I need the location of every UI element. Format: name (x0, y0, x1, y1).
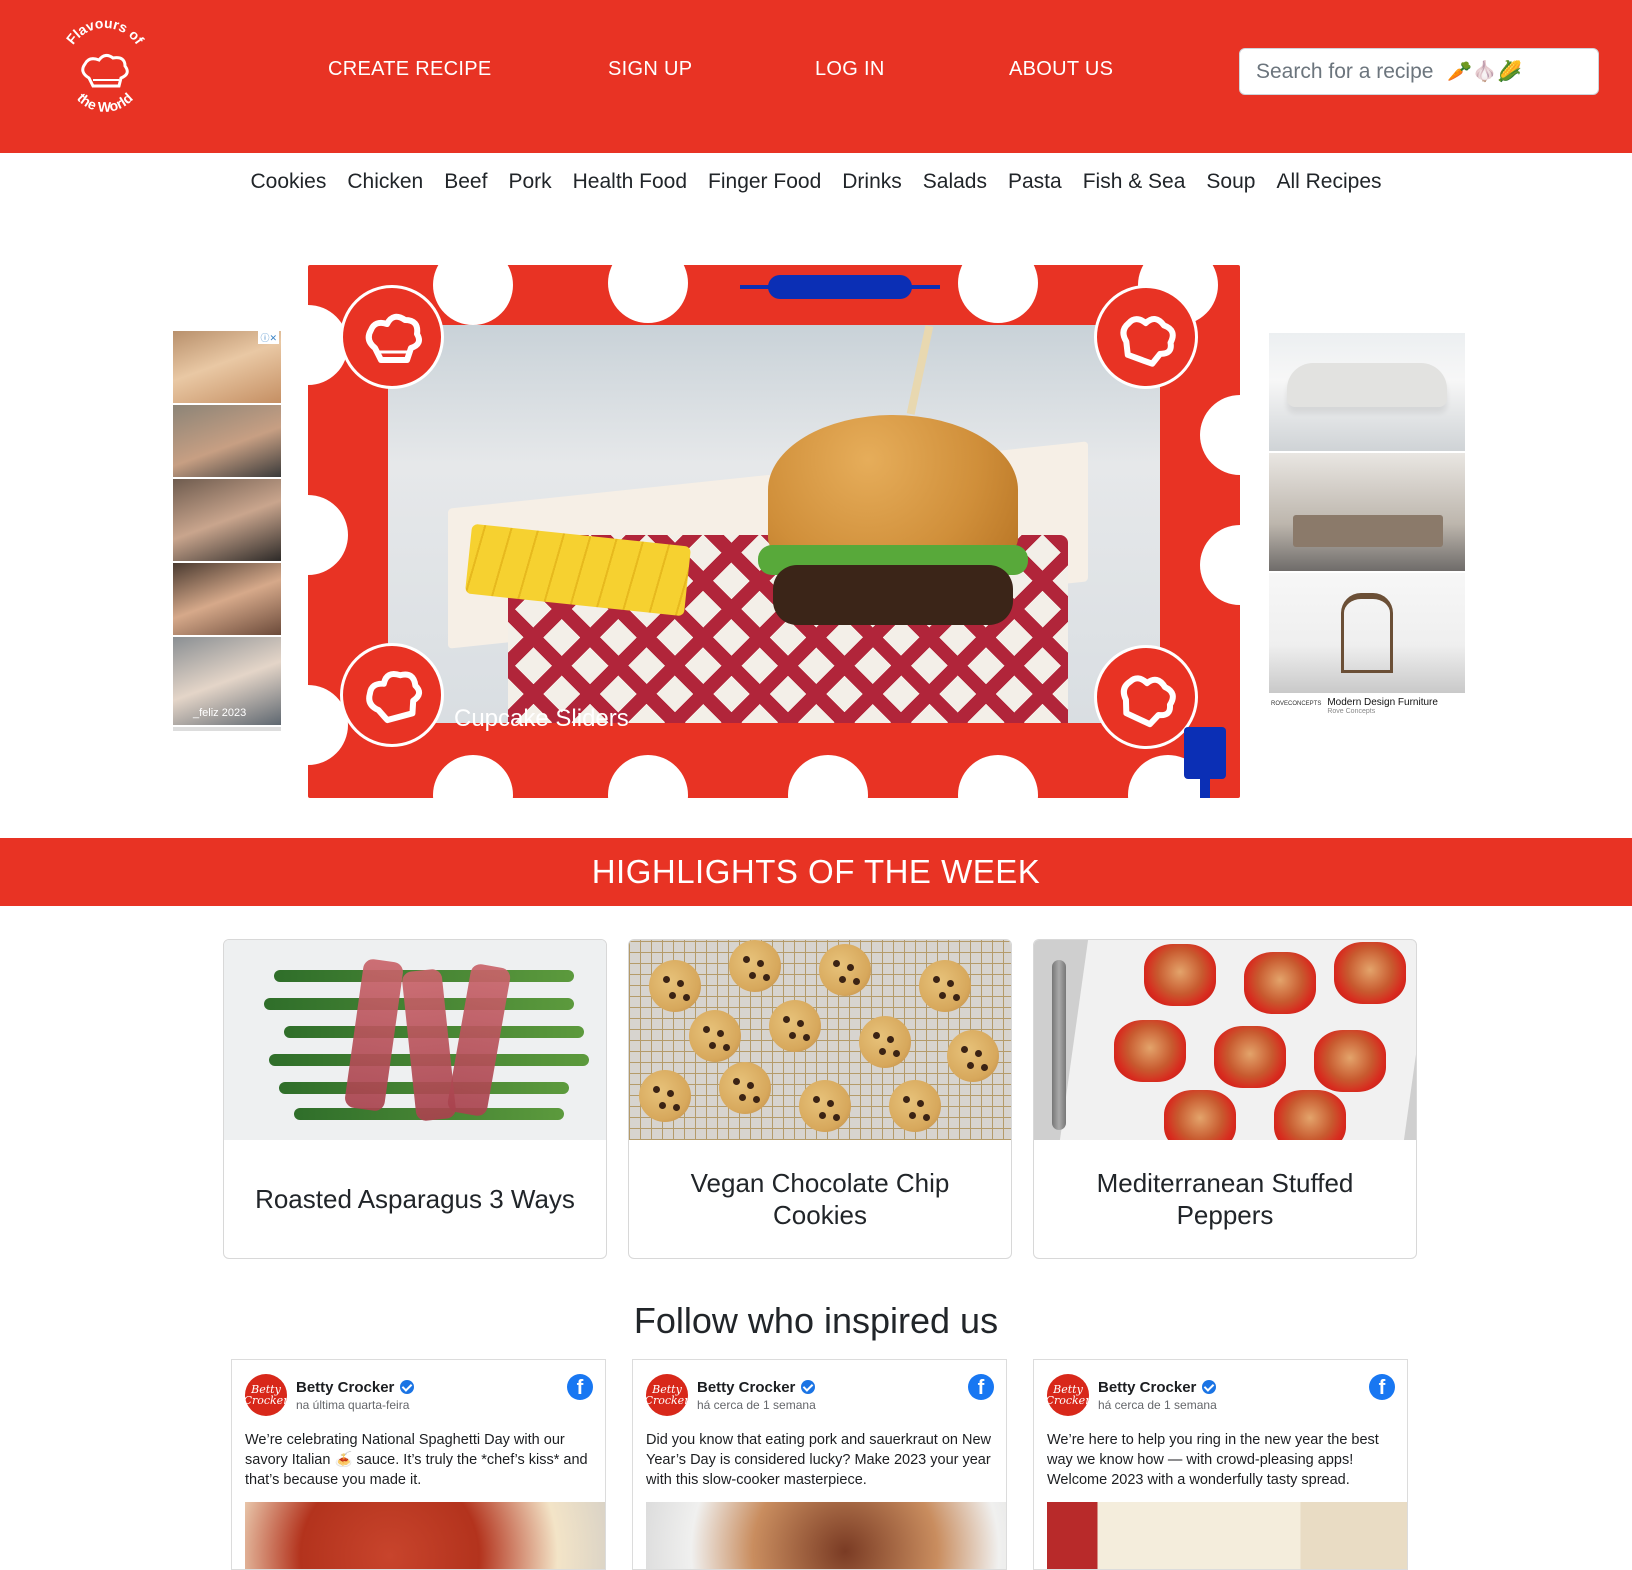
search-emoji: 🥕🧄🌽 (1447, 61, 1522, 83)
verified-icon (400, 1380, 415, 1394)
post-time[interactable]: há cerca de 1 semana (1098, 1398, 1217, 1412)
highlight-card[interactable]: Roasted Asparagus 3 Ways (223, 939, 607, 1259)
ad-right[interactable]: ⓘ ✕ ROVECONCEPTS Modern Design Furniture… (1269, 331, 1465, 733)
facebook-post[interactable]: Betty Crocker Betty Crocker há cerca de … (1033, 1359, 1408, 1570)
nav-about-us[interactable]: ABOUT US (1009, 58, 1113, 81)
post-time[interactable]: na última quarta-feira (296, 1398, 414, 1412)
svg-text:Flavours of: Flavours of (63, 20, 148, 47)
nav-sign-up[interactable]: SIGN UP (608, 58, 692, 81)
hero-caption[interactable]: Cupcake Sliders (454, 705, 629, 733)
ad-left-photo: _feliz 2023 (173, 637, 281, 727)
highlight-card[interactable]: Vegan Chocolate Chip Cookies (628, 939, 1012, 1259)
facebook-icon[interactable]: f (567, 1374, 593, 1400)
post-author[interactable]: Betty Crocker (1098, 1379, 1196, 1396)
category-bar: Cookies Chicken Beef Pork Health Food Fi… (0, 160, 1632, 204)
post-image[interactable] (1047, 1502, 1407, 1569)
facebook-icon[interactable]: f (968, 1374, 994, 1400)
category-pasta[interactable]: Pasta (998, 170, 1073, 194)
facebook-post[interactable]: Betty Crocker Betty Crocker na última qu… (231, 1359, 606, 1570)
avatar[interactable]: Betty Crocker (645, 1374, 689, 1416)
card-title: Mediterranean Stuffed Peppers (1096, 1167, 1354, 1231)
category-all-recipes[interactable]: All Recipes (1266, 170, 1392, 194)
ad-right-subtitle: Rove Concepts (1327, 708, 1376, 715)
card-image (1034, 940, 1416, 1140)
post-author[interactable]: Betty Crocker (296, 1379, 394, 1396)
category-beef[interactable]: Beef (434, 170, 498, 194)
ad-right-photo (1269, 453, 1465, 573)
avatar[interactable]: Betty Crocker (1046, 1374, 1090, 1416)
logo-bottom-text: the World (74, 89, 136, 115)
post-author[interactable]: Betty Crocker (697, 1379, 795, 1396)
ad-left-photo (173, 405, 281, 479)
chef-hat-icon (340, 285, 444, 389)
ad-right-brand: ROVECONCEPTS (1271, 701, 1322, 707)
facebook-icon[interactable]: f (1369, 1374, 1395, 1400)
chef-hat-icon (1094, 285, 1198, 389)
avatar[interactable]: Betty Crocker (244, 1374, 288, 1416)
hero-photo (388, 325, 1160, 723)
logo-top-text: Flavours of (63, 15, 148, 48)
card-title: Roasted Asparagus 3 Ways (255, 1183, 575, 1214)
nav-log-in[interactable]: LOG IN (815, 58, 885, 81)
top-navbar: Flavours of the World CREATE RECIPE SIGN… (0, 0, 1632, 153)
post-text: Did you know that eating pork and sauerk… (646, 1432, 991, 1488)
spatula-icon (1184, 727, 1226, 798)
category-cookies[interactable]: Cookies (240, 170, 337, 194)
category-fish-sea[interactable]: Fish & Sea (1072, 170, 1196, 194)
ad-left-caption: _feliz 2023 (193, 707, 247, 719)
verified-icon (801, 1380, 816, 1394)
highlights-band: HIGHLIGHTS OF THE WEEK (0, 838, 1632, 906)
category-chicken[interactable]: Chicken (337, 170, 434, 194)
ad-right-title: Modern Design Furniture (1327, 697, 1438, 708)
facebook-post[interactable]: Betty Crocker Betty Crocker há cerca de … (632, 1359, 1007, 1570)
card-image (629, 940, 1011, 1140)
site-logo[interactable]: Flavours of the World (55, 15, 155, 120)
ad-right-photo (1269, 573, 1465, 693)
post-image[interactable] (646, 1502, 1006, 1569)
verified-icon (1202, 1380, 1217, 1394)
post-image[interactable] (245, 1502, 605, 1569)
ad-choices-icon[interactable]: ⓘ✕ (258, 331, 279, 344)
chef-hat-icon (340, 643, 444, 747)
category-finger-food[interactable]: Finger Food (698, 170, 832, 194)
card-title: Vegan Chocolate Chip Cookies (690, 1167, 950, 1231)
category-salads[interactable]: Salads (912, 170, 997, 194)
category-pork[interactable]: Pork (498, 170, 562, 194)
category-health-food[interactable]: Health Food (562, 170, 697, 194)
follow-heading: Follow who inspired us (633, 1300, 999, 1341)
rolling-pin-icon (740, 275, 940, 299)
ad-right-photo (1269, 333, 1465, 453)
post-time[interactable]: há cerca de 1 semana (697, 1398, 816, 1412)
chef-hat-icon: Flavours of the World (63, 15, 148, 115)
search-box[interactable]: 🥕🧄🌽 (1239, 48, 1599, 95)
card-image (224, 940, 606, 1140)
highlight-card[interactable]: Mediterranean Stuffed Peppers (1033, 939, 1417, 1259)
nav-create-recipe[interactable]: CREATE RECIPE (328, 58, 492, 81)
hero-banner[interactable]: Cupcake Sliders (308, 265, 1240, 798)
category-soup[interactable]: Soup (1196, 170, 1266, 194)
svg-text:the World: the World (74, 89, 136, 115)
category-drinks[interactable]: Drinks (832, 170, 913, 194)
highlights-heading: HIGHLIGHTS OF THE WEEK (591, 853, 1041, 890)
ad-left[interactable]: _feliz 2023 ⓘ✕ (173, 331, 281, 731)
ad-left-photo (173, 563, 281, 637)
post-text: We’re celebrating National Spaghetti Day… (245, 1432, 588, 1488)
post-text: We’re here to help you ring in the new y… (1047, 1432, 1379, 1488)
ad-left-photo (173, 479, 281, 563)
